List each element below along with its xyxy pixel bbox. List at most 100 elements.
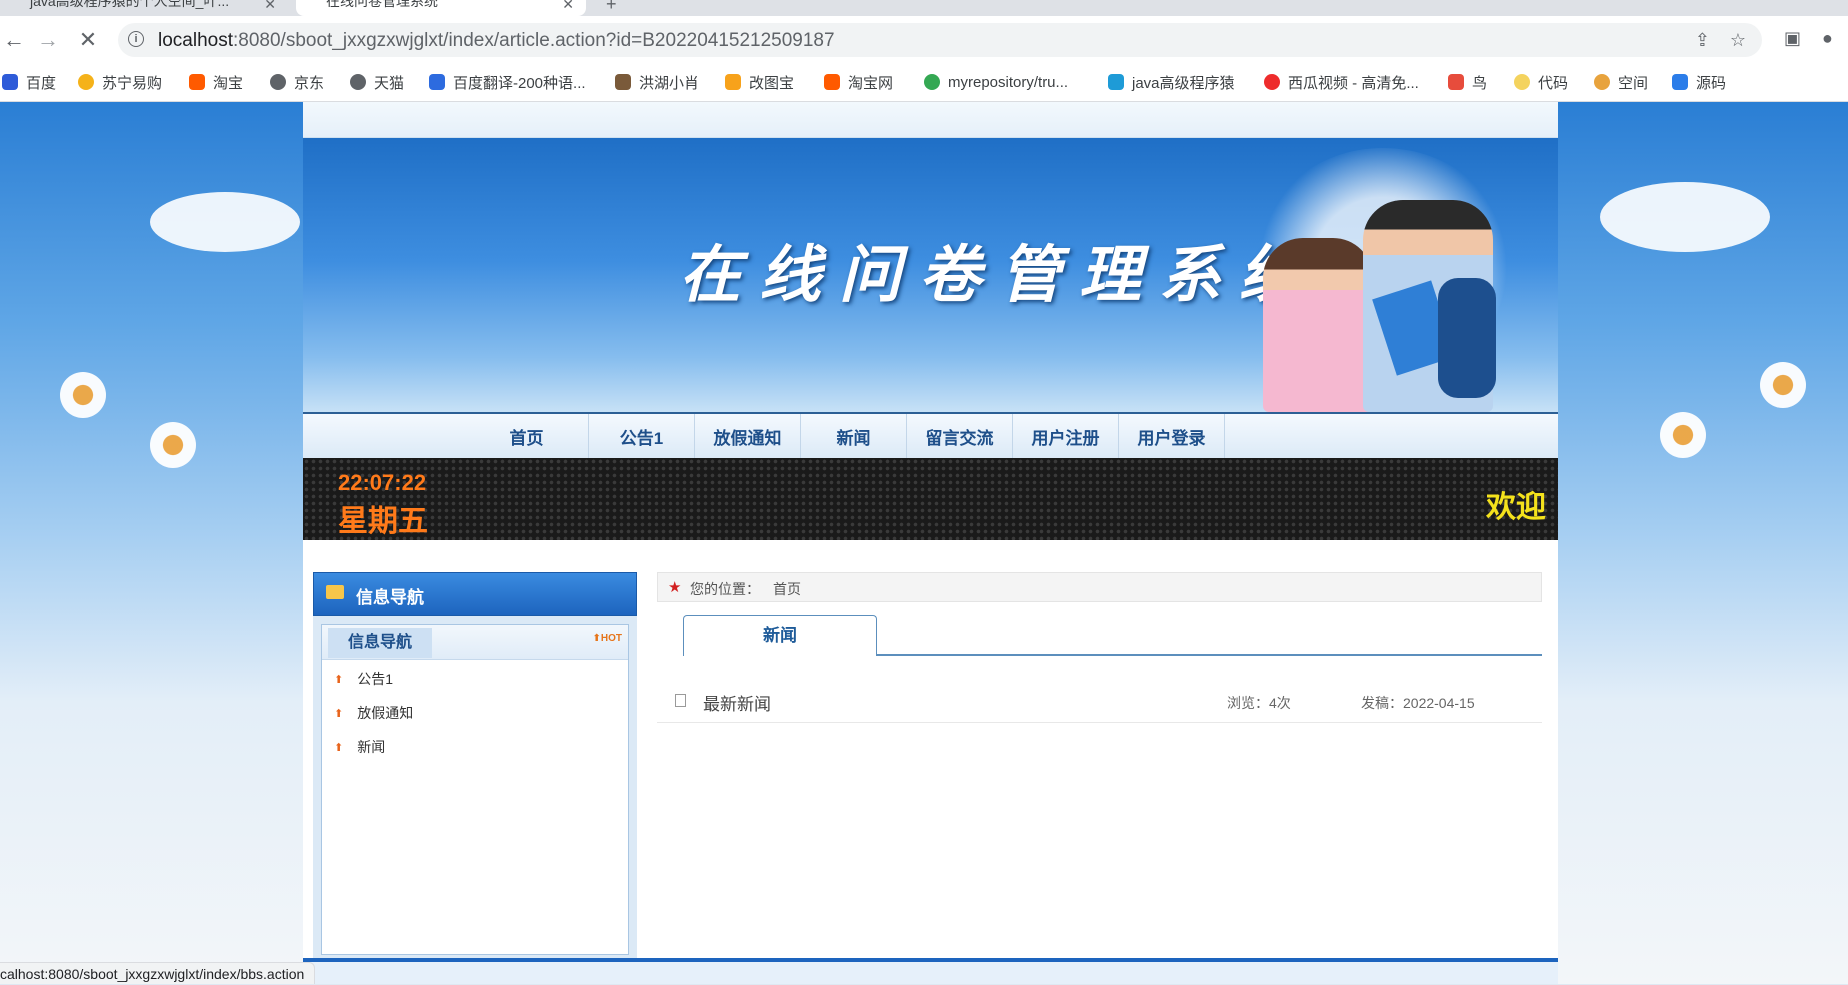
breadcrumb-home-link[interactable]: 首页 — [773, 579, 801, 599]
flower-decoration — [60, 372, 106, 418]
sidebar-item-news[interactable]: ⬆ 新闻 — [334, 737, 385, 757]
sidebar-list-box: 信息导航 ⬆HOT ⬆ 公告1 ⬆ 放假通知 ⬆ 新闻 — [321, 624, 629, 955]
bookmark-item[interactable]: 百度翻译-200种语... — [429, 72, 586, 92]
arrow-up-icon: ⬆ — [592, 633, 601, 644]
browser-tab-2-active[interactable]: 在线问卷管理系统 ✕ — [296, 0, 586, 16]
bookmark-favicon-icon — [429, 74, 445, 90]
nav-home[interactable]: 首页 — [465, 414, 589, 458]
forward-arrow-icon[interactable]: → — [34, 26, 62, 54]
bookmark-item[interactable]: 天猫 — [350, 72, 404, 92]
nav-holiday[interactable]: 放假通知 — [695, 414, 801, 458]
close-icon[interactable]: ✕ — [562, 0, 574, 13]
bookmark-favicon-icon — [189, 74, 205, 90]
nav-message-board[interactable]: 留言交流 — [907, 414, 1013, 458]
bookmark-item[interactable]: java高级程序猿 — [1108, 72, 1235, 92]
main-nav: 首页 公告1 放假通知 新闻 留言交流 用户注册 用户登录 — [303, 414, 1558, 459]
sidebar-panel: 信息导航 ⬆HOT ⬆ 公告1 ⬆ 放假通知 ⬆ 新闻 — [313, 616, 637, 961]
clock-time: 22:07:22 — [338, 470, 427, 495]
welcome-marquee: 欢迎 — [1486, 491, 1546, 524]
sidebar-item-holiday[interactable]: ⬆ 放假通知 — [334, 703, 413, 723]
arrow-up-icon: ⬆ — [334, 741, 344, 754]
bookmark-favicon-icon — [1594, 74, 1610, 90]
browser-tab-2-title: 在线问卷管理系统 — [326, 0, 438, 9]
student-girl-image — [1263, 238, 1373, 412]
bookmark-item[interactable]: 淘宝 — [189, 72, 243, 92]
side-panel-icon[interactable]: ▣ — [1784, 28, 1801, 49]
tab-news[interactable]: 新闻 — [683, 615, 877, 656]
stop-loading-icon[interactable]: ✕ — [74, 26, 102, 54]
document-icon — [675, 694, 686, 707]
globe-icon — [350, 74, 366, 90]
share-icon[interactable]: ⇪ — [1695, 30, 1710, 51]
footer — [303, 962, 1558, 984]
address-bar[interactable]: i localhost:8080/sboot_jxxgzxwjglxt/inde… — [118, 23, 1762, 57]
flower-decoration — [1660, 412, 1706, 458]
link-status-bar: calhost:8080/sboot_jxxgzxwjglxt/index/bb… — [0, 962, 316, 984]
bookmark-item[interactable]: 洪湖小肖 — [615, 72, 699, 92]
cloud-decoration — [1600, 182, 1770, 252]
sidebar-header-title: 信息导航 — [356, 588, 424, 607]
arrow-up-icon: ⬆ — [334, 673, 344, 686]
new-tab-button[interactable]: + — [606, 0, 617, 15]
article-title-link[interactable]: 最新新闻 — [703, 690, 771, 715]
sidebar-tab: 信息导航 ⬆HOT — [322, 625, 628, 660]
bookmark-item[interactable]: 改图宝 — [725, 72, 794, 92]
bookmarks-bar: 百度 苏宁易购 淘宝 京东 天猫 百度翻译-200种语... 洪湖小肖 改图宝 … — [0, 64, 1848, 102]
bird-icon — [1448, 74, 1464, 90]
breadcrumb-label: 您的位置： — [690, 581, 760, 597]
top-strip — [303, 102, 1558, 138]
profile-avatar-icon[interactable]: ● — [1822, 28, 1833, 49]
browser-tab-1[interactable]: java高级程序猿的个人空间_叶... ✕ — [0, 0, 288, 16]
sidebar-tab-label: 信息导航 — [328, 628, 432, 658]
bookmark-favicon-icon — [2, 74, 18, 90]
bookmark-item[interactable]: 京东 — [270, 72, 324, 92]
flower-decoration — [1760, 362, 1806, 408]
breadcrumb: ★ 您的位置： 首页 — [657, 572, 1542, 602]
globe-icon — [270, 74, 286, 90]
back-arrow-icon[interactable]: ← — [0, 26, 28, 54]
url-text[interactable]: localhost:8080/sboot_jxxgzxwjglxt/index/… — [158, 30, 835, 52]
banner-title: 在线问卷管理系统 — [679, 238, 1320, 311]
page-background: 在线问卷管理系统 首页 公告1 放假通知 新闻 留言交流 用户注册 用户登录 2… — [0, 102, 1848, 984]
star-icon: ★ — [668, 579, 682, 596]
bookmark-favicon-icon — [725, 74, 741, 90]
nav-news[interactable]: 新闻 — [801, 414, 907, 458]
arrow-up-icon: ⬆ — [334, 707, 344, 720]
clock-weekday: 星期五 — [338, 505, 428, 538]
browser-tab-strip: java高级程序猿的个人空间_叶... ✕ 在线问卷管理系统 ✕ + — [0, 0, 1848, 16]
bookmark-item[interactable]: 空间 — [1594, 72, 1648, 92]
info-icon[interactable]: i — [128, 31, 144, 47]
bookmark-item[interactable]: 百度 — [2, 72, 56, 92]
nav-register[interactable]: 用户注册 — [1013, 414, 1119, 458]
close-icon[interactable]: ✕ — [264, 0, 276, 13]
article-views: 浏览：4次 — [1227, 695, 1291, 711]
bookmark-favicon-icon — [615, 74, 631, 90]
sidebar-item-notice[interactable]: ⬆ 公告1 — [334, 669, 393, 689]
bookmark-favicon-icon — [824, 74, 840, 90]
hot-badge: ⬆HOT — [592, 633, 623, 644]
play-icon — [1264, 74, 1280, 90]
bookmark-item[interactable]: 代码 — [1514, 72, 1568, 92]
bookmark-item[interactable]: 淘宝网 — [824, 72, 893, 92]
browser-toolbar: ← → ✕ i localhost:8080/sboot_jxxgzxwjglx… — [0, 16, 1848, 64]
nav-notice[interactable]: 公告1 — [589, 414, 695, 458]
bookmark-item[interactable]: 苏宁易购 — [78, 72, 162, 92]
bookmark-item[interactable]: 鸟 — [1448, 72, 1487, 92]
bookmark-favicon-icon — [1514, 74, 1530, 90]
clock-bar: 22:07:22 星期五 欢迎 — [303, 458, 1558, 540]
nav-login[interactable]: 用户登录 — [1119, 414, 1225, 458]
site-banner: 在线问卷管理系统 — [303, 138, 1558, 414]
bookmark-item[interactable]: 西瓜视频 - 高清免... — [1264, 72, 1419, 92]
bookmark-star-icon[interactable]: ☆ — [1730, 30, 1746, 51]
sidebar-header: 信息导航 — [313, 572, 637, 616]
bookmark-favicon-icon — [1672, 74, 1688, 90]
site-container: 在线问卷管理系统 首页 公告1 放假通知 新闻 留言交流 用户注册 用户登录 2… — [303, 102, 1558, 984]
list-item[interactable]: 最新新闻 浏览：4次 发稿：2022-04-15 — [657, 682, 1542, 723]
bookmark-favicon-icon — [78, 74, 94, 90]
folder-icon — [326, 585, 344, 599]
bilibili-tv-icon — [1108, 74, 1124, 90]
backpack-image — [1438, 278, 1496, 398]
chrome-icon — [924, 74, 940, 90]
bookmark-item[interactable]: myrepository/tru... — [924, 72, 1068, 92]
bookmark-item[interactable]: 源码 — [1672, 72, 1726, 92]
